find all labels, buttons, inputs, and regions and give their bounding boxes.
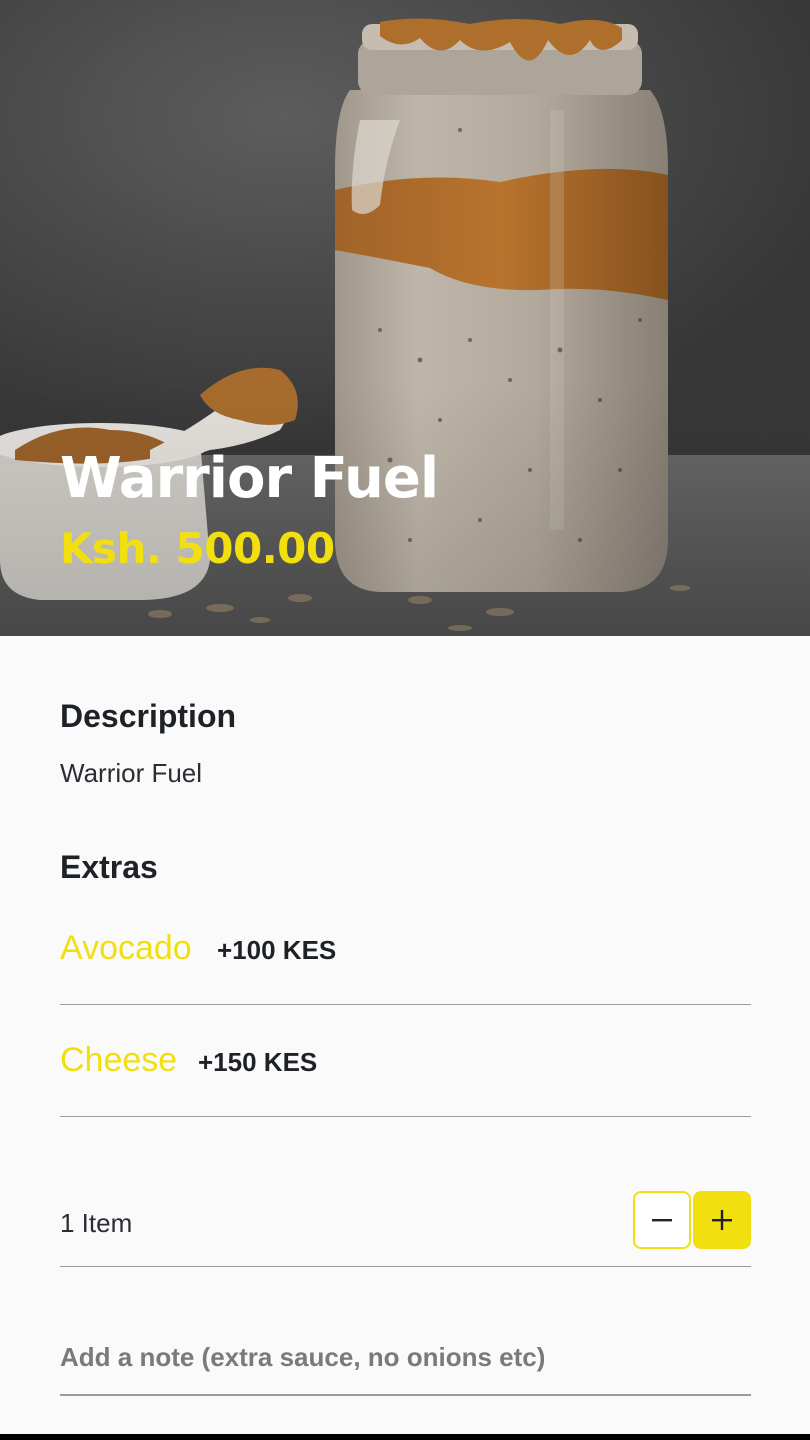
quantity-stepper: 1 Item bbox=[60, 1180, 751, 1267]
product-price: Ksh. 500.00 bbox=[60, 524, 335, 573]
quantity-label: 1 Item bbox=[60, 1208, 133, 1238]
increase-quantity-button[interactable] bbox=[693, 1191, 751, 1249]
minus-icon bbox=[652, 1219, 672, 1222]
product-hero-image: Warrior Fuel Ksh. 500.00 bbox=[0, 0, 810, 636]
extra-item-name: Avocado bbox=[60, 929, 192, 967]
decrease-quantity-button[interactable] bbox=[633, 1191, 691, 1249]
extras-heading: Extras bbox=[60, 849, 158, 885]
order-note-input[interactable] bbox=[60, 1320, 751, 1396]
description-heading: Description bbox=[60, 698, 237, 734]
plus-icon bbox=[712, 1210, 732, 1230]
description-text: Warrior Fuel bbox=[60, 758, 203, 788]
bottom-edge bbox=[0, 1434, 810, 1440]
extra-item-cheese[interactable]: Cheese +150 KES bbox=[60, 1005, 751, 1117]
extra-item-price: +150 KES bbox=[198, 1047, 318, 1077]
extra-item-name: Cheese bbox=[60, 1041, 178, 1079]
product-title: Warrior Fuel bbox=[60, 446, 439, 511]
extra-item-price: +100 KES bbox=[217, 935, 337, 965]
extra-item-avocado[interactable]: Avocado +100 KES bbox=[60, 893, 751, 1005]
